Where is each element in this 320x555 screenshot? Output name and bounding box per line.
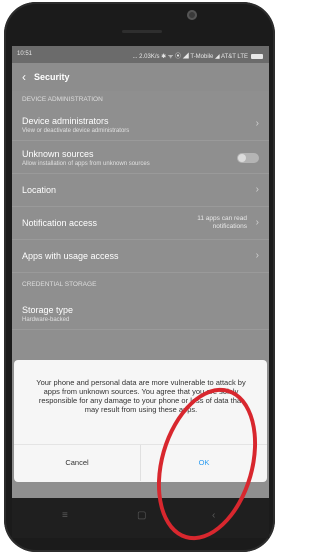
home-icon[interactable]: ▢ (137, 510, 146, 521)
status-time: 10:51 (17, 51, 33, 57)
row-notification-access[interactable]: Notification access 11 apps can read not… (12, 207, 269, 240)
status-text: ... 2.03K/s ✱ ᯤ ⦿ ◢ T-Mobile ◢ AT&T LTE (132, 54, 249, 60)
chevron-right-icon: › (255, 250, 259, 261)
row-sub: View or deactivate device administrators (22, 128, 130, 134)
back-icon[interactable]: ‹ (212, 510, 215, 521)
chevron-right-icon: › (255, 118, 259, 129)
cancel-button[interactable]: Cancel (14, 445, 140, 481)
screen: 10:51 ... 2.03K/s ✱ ᯤ ⦿ ◢ T-Mobile ◢ AT&… (12, 46, 269, 498)
unknown-sources-toggle[interactable] (237, 153, 259, 163)
row-sub: Allow installation of apps from unknown … (22, 161, 150, 167)
page-title: Security (34, 72, 70, 82)
dialog-message: Your phone and personal data are more vu… (36, 378, 246, 414)
section-credential-storage: CREDENTIAL STORAGE (22, 281, 97, 288)
row-label: Apps with usage access (22, 251, 119, 261)
title-bar: ‹ Security (12, 63, 269, 91)
row-sub: Hardware-backed (22, 317, 70, 323)
row-label: Device administrators (22, 116, 109, 126)
row-usage-access[interactable]: Apps with usage access › (12, 240, 269, 273)
ok-button[interactable]: OK (141, 445, 267, 481)
row-label: Unknown sources (22, 149, 94, 159)
row-label: Notification access (22, 218, 98, 228)
row-unknown-sources[interactable]: Unknown sources Allow installation of ap… (12, 141, 269, 174)
chevron-right-icon: › (255, 217, 259, 228)
warning-dialog: Your phone and personal data are more vu… (14, 360, 267, 482)
status-indicators: ... 2.03K/s ✱ ᯤ ⦿ ◢ T-Mobile ◢ AT&T LTE (132, 51, 263, 60)
navigation-bar: ≡ ▢ ‹ (12, 498, 269, 538)
back-arrow-icon[interactable]: ‹ (22, 70, 26, 84)
front-camera (187, 10, 197, 20)
row-storage-type: Storage type Hardware-backed (12, 297, 269, 330)
row-label: Storage type (22, 305, 74, 315)
section-device-admin: DEVICE ADMINISTRATION (22, 96, 103, 103)
row-label: Location (22, 185, 57, 195)
chevron-right-icon: › (255, 184, 259, 195)
row-device-administrators[interactable]: Device administrators View or deactivate… (12, 108, 269, 141)
menu-icon[interactable]: ≡ (62, 510, 68, 521)
row-value: 11 apps can read notifications (197, 215, 247, 230)
earpiece-speaker (122, 30, 162, 33)
row-location[interactable]: Location › (12, 174, 269, 207)
status-bar: 10:51 ... 2.03K/s ✱ ᯤ ⦿ ◢ T-Mobile ◢ AT&… (12, 46, 269, 63)
battery-icon (251, 53, 263, 59)
